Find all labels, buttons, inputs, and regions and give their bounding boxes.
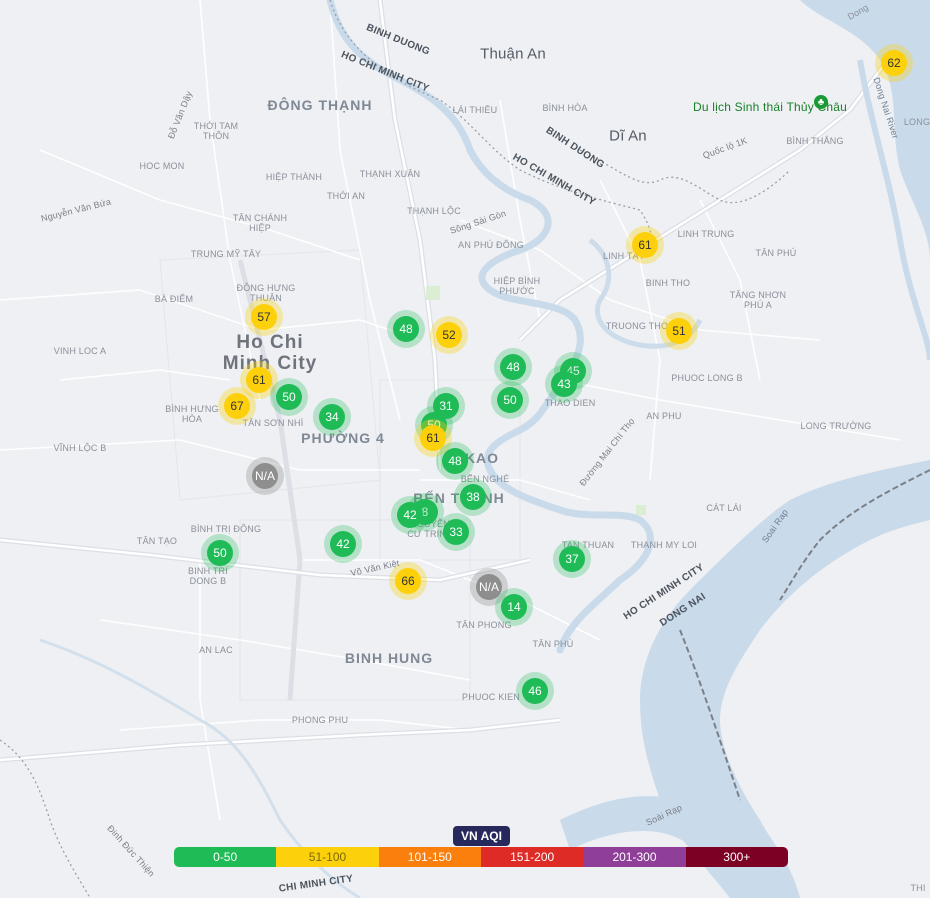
place-label: TÂN CHÁNH HIỆP bbox=[232, 213, 288, 233]
district-label: BINH HUNG bbox=[344, 650, 434, 666]
place-label: BÌNH THẮNG bbox=[786, 136, 844, 146]
aqi-station-marker[interactable]: 37 bbox=[559, 546, 585, 572]
place-label: THI bbox=[910, 883, 926, 893]
district-label: KAO bbox=[464, 450, 500, 466]
tree-icon[interactable]: ♣ bbox=[814, 95, 828, 109]
aqi-station-marker[interactable]: 48 bbox=[393, 316, 419, 342]
district-label: ĐÔNG THẠNH bbox=[267, 97, 373, 113]
place-label: TRUONG THO bbox=[605, 321, 669, 331]
place-label: HOC MON bbox=[139, 161, 185, 171]
aqi-legend: 0-50 51-100 101-150 151-200 201-300 300+ bbox=[174, 847, 788, 867]
place-label: BINH TRI DONG B bbox=[188, 566, 228, 586]
place-label: LÁI THIÊU bbox=[452, 105, 498, 115]
place-label: BÌNH TRỊ ĐÔNG bbox=[190, 524, 262, 534]
legend-segment-moderate: 51-100 bbox=[276, 847, 379, 867]
aqi-station-marker[interactable]: 42 bbox=[397, 502, 423, 528]
place-label: BINH THO bbox=[645, 278, 691, 288]
place-label: VĨNH LỘC B bbox=[53, 443, 107, 453]
legend-title: VN AQI bbox=[453, 826, 510, 846]
aqi-station-marker[interactable]: 66 bbox=[395, 568, 421, 594]
place-label: VINH LOC A bbox=[53, 346, 107, 356]
aqi-station-marker[interactable]: N/A bbox=[476, 574, 502, 600]
place-label: PHUOC KIEN bbox=[461, 692, 521, 702]
place-label: THẠNH XUÂN bbox=[359, 169, 421, 179]
legend-segment-very-unhealthy: 201-300 bbox=[583, 847, 686, 867]
aqi-station-marker[interactable]: 48 bbox=[442, 448, 468, 474]
aqi-station-marker[interactable]: 67 bbox=[224, 393, 250, 419]
place-label: THỚI TAM THÔN bbox=[193, 121, 239, 141]
aqi-station-marker[interactable]: 48 bbox=[500, 354, 526, 380]
town-label: Thuận An bbox=[480, 45, 546, 63]
place-label: THAO DIEN bbox=[544, 398, 596, 408]
place-label: CÁT LÁI bbox=[706, 503, 742, 513]
basemap bbox=[0, 0, 930, 898]
place-label: LONG bbox=[903, 117, 930, 127]
place-label: TÂN PHÚ bbox=[532, 639, 574, 649]
place-label: THẠNH LỘC bbox=[407, 206, 461, 216]
place-label: LINH TRUNG bbox=[677, 229, 735, 239]
aqi-station-marker[interactable]: 61 bbox=[246, 367, 272, 393]
place-label: AN LAC bbox=[199, 645, 233, 655]
aqi-station-marker[interactable]: 34 bbox=[319, 404, 345, 430]
aqi-station-marker[interactable]: 50 bbox=[207, 540, 233, 566]
city-label: Ho Chi Minh City bbox=[222, 332, 318, 374]
aqi-station-marker[interactable]: 52 bbox=[436, 322, 462, 348]
aqi-station-marker[interactable]: 43 bbox=[551, 371, 577, 397]
place-label: TRUNG MỸ TÂY bbox=[190, 249, 262, 259]
place-label: PHONG PHU bbox=[291, 715, 349, 725]
legend-segment-good: 0-50 bbox=[174, 847, 277, 867]
aqi-station-marker[interactable]: 38 bbox=[460, 484, 486, 510]
aqi-station-marker[interactable]: 62 bbox=[881, 50, 907, 76]
place-label: AN PHÚ ĐÔNG bbox=[458, 240, 524, 250]
place-label: ĐÔNG HƯNG THUẬN bbox=[236, 283, 296, 303]
place-label: HIỆP THÀNH bbox=[265, 172, 323, 182]
place-label: TĂNG NHƠN PHÚ A bbox=[729, 290, 787, 310]
aqi-station-marker[interactable]: 33 bbox=[443, 519, 469, 545]
place-label: TÂN SƠN NHÌ bbox=[242, 418, 304, 428]
place-label: HIỆP BÌNH PHƯỚC bbox=[493, 276, 541, 296]
town-label: Dĩ An bbox=[609, 127, 647, 145]
aqi-station-marker[interactable]: 46 bbox=[522, 678, 548, 704]
place-label: THỚI AN bbox=[326, 191, 366, 201]
place-label: BÌNH HƯNG HÒA bbox=[165, 404, 219, 424]
legend-segment-hazardous: 300+ bbox=[685, 847, 788, 867]
place-label: THANH MY LOI bbox=[630, 540, 698, 550]
place-label: BÌNH HÒA bbox=[542, 103, 588, 113]
aqi-station-marker[interactable]: 57 bbox=[251, 304, 277, 330]
aqi-station-marker[interactable]: 50 bbox=[276, 384, 302, 410]
place-label: AN PHU bbox=[646, 411, 682, 421]
aqi-station-marker[interactable]: 50 bbox=[497, 387, 523, 413]
place-label: LONG TRƯỜNG bbox=[800, 421, 872, 431]
place-label: TÂN PHONG bbox=[456, 620, 512, 630]
district-label: PHƯỜNG 4 bbox=[301, 430, 385, 446]
aqi-station-marker[interactable]: 61 bbox=[420, 425, 446, 451]
place-label: PHUOC LONG B bbox=[671, 373, 743, 383]
place-label: TÂN PHÚ bbox=[755, 248, 797, 258]
place-label: BÀ ĐIỂM bbox=[154, 294, 194, 304]
aqi-station-marker[interactable]: 14 bbox=[501, 594, 527, 620]
aqi-map[interactable]: ĐÔNG THẠNH PHƯỜNG 4 BINH HUNG Ho Chi Min… bbox=[0, 0, 930, 898]
place-label: TÂN TẠO bbox=[136, 536, 178, 546]
aqi-station-marker[interactable]: 51 bbox=[666, 318, 692, 344]
legend-segment-unhealthy-sensitive: 101-150 bbox=[378, 847, 481, 867]
aqi-station-marker[interactable]: 61 bbox=[632, 232, 658, 258]
aqi-station-marker[interactable]: N/A bbox=[252, 463, 278, 489]
aqi-station-marker[interactable]: 42 bbox=[330, 531, 356, 557]
legend-segment-unhealthy: 151-200 bbox=[480, 847, 584, 867]
place-label: BẾN NGHÉ bbox=[460, 474, 510, 484]
